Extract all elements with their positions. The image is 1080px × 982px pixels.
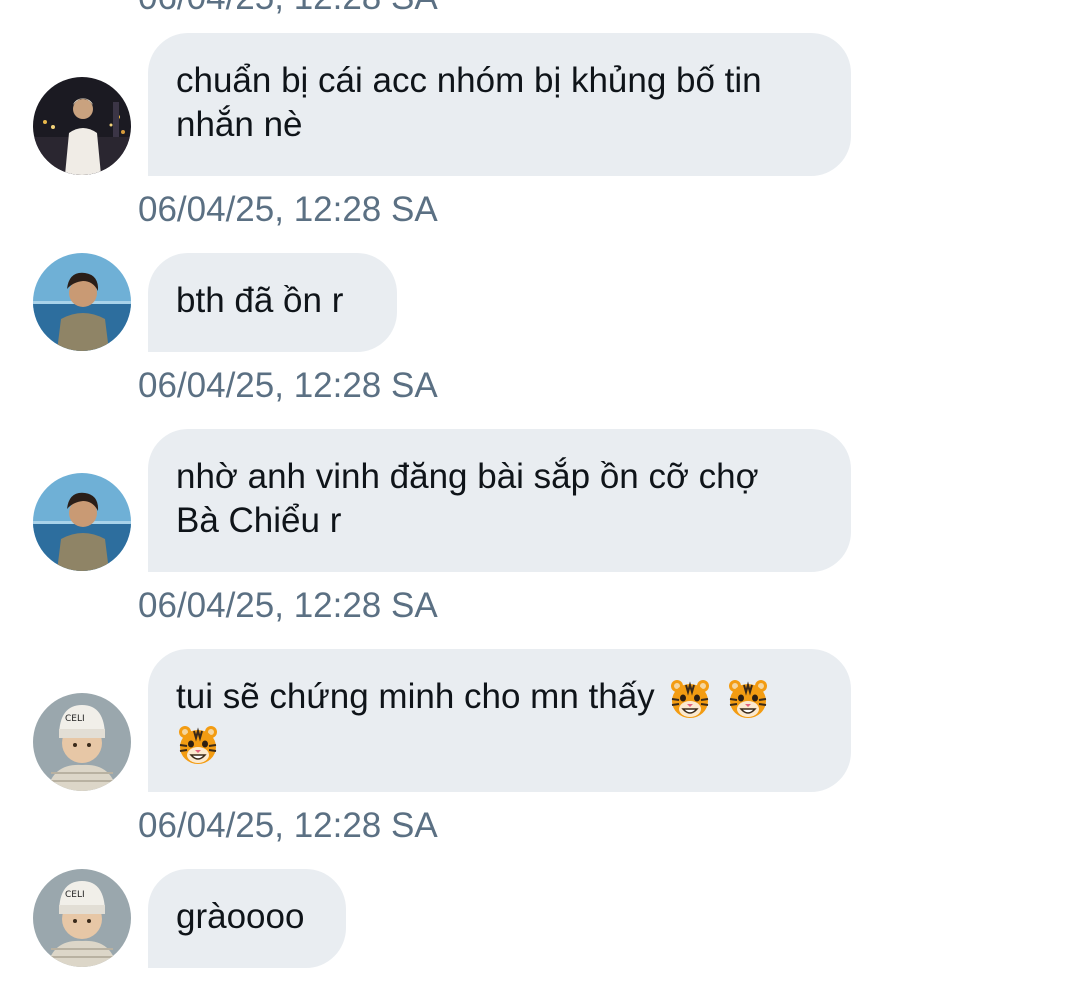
sender-avatar[interactable]: CELI	[33, 869, 131, 967]
sender-avatar[interactable]	[33, 253, 131, 351]
avatar-night-city	[33, 77, 131, 175]
message-timestamp: 06/04/25, 12:28 SA	[138, 586, 438, 625]
svg-text:CELI: CELI	[65, 714, 85, 724]
message-bubble[interactable]: chuẩn bị cái acc nhóm bị khủng bố tin nh…	[148, 33, 851, 176]
message-text: nhờ anh vinh đăng bài sắp ồn cỡ chợ	[176, 457, 759, 496]
sender-avatar[interactable]: CELI	[33, 693, 131, 791]
message-bubble[interactable]: gràoooo	[148, 869, 346, 968]
avatar-beanie-boy: CELI	[33, 693, 131, 791]
message-timestamp: 06/04/25, 12:28 SA	[138, 190, 438, 229]
emoji-group	[664, 675, 770, 721]
message-text: gràoooo	[176, 897, 305, 936]
message-text: nhắn nè	[176, 105, 303, 144]
message-text-line	[176, 721, 823, 767]
tiger-face-emoji-icon	[726, 677, 770, 721]
sender-avatar[interactable]	[33, 473, 131, 571]
svg-text:CELI: CELI	[65, 890, 85, 900]
message-bubble[interactable]: bth đã ồn r	[148, 253, 397, 352]
message-text: chuẩn bị cái acc nhóm bị khủng bố tin	[176, 61, 762, 100]
sender-avatar[interactable]	[33, 77, 131, 175]
message-bubble[interactable]: tui sẽ chứng minh cho mn thấy	[148, 649, 851, 792]
message-text: Bà Chiểu r	[176, 501, 342, 540]
message-timestamp: 06/04/25, 12:28 SA	[138, 806, 438, 845]
message-bubble[interactable]: nhờ anh vinh đăng bài sắp ồn cỡ chợ Bà C…	[148, 429, 851, 572]
message-timestamp: 06/04/25, 12:28 SA	[138, 0, 438, 18]
avatar-sea-boy	[33, 473, 131, 571]
tiger-face-emoji-icon	[668, 677, 712, 721]
message-thread: 06/04/25, 12:28 SA chuẩn bị cái acc nhóm…	[0, 0, 1080, 982]
tiger-face-emoji-icon	[176, 723, 220, 767]
message-text: tui sẽ chứng minh cho mn thấy	[176, 677, 655, 716]
message-text-line: tui sẽ chứng minh cho mn thấy	[176, 675, 823, 721]
message-timestamp: 06/04/25, 12:28 SA	[138, 366, 438, 405]
avatar-sea-boy	[33, 253, 131, 351]
avatar-beanie-boy: CELI	[33, 869, 131, 967]
message-text: bth đã ồn r	[176, 281, 344, 320]
